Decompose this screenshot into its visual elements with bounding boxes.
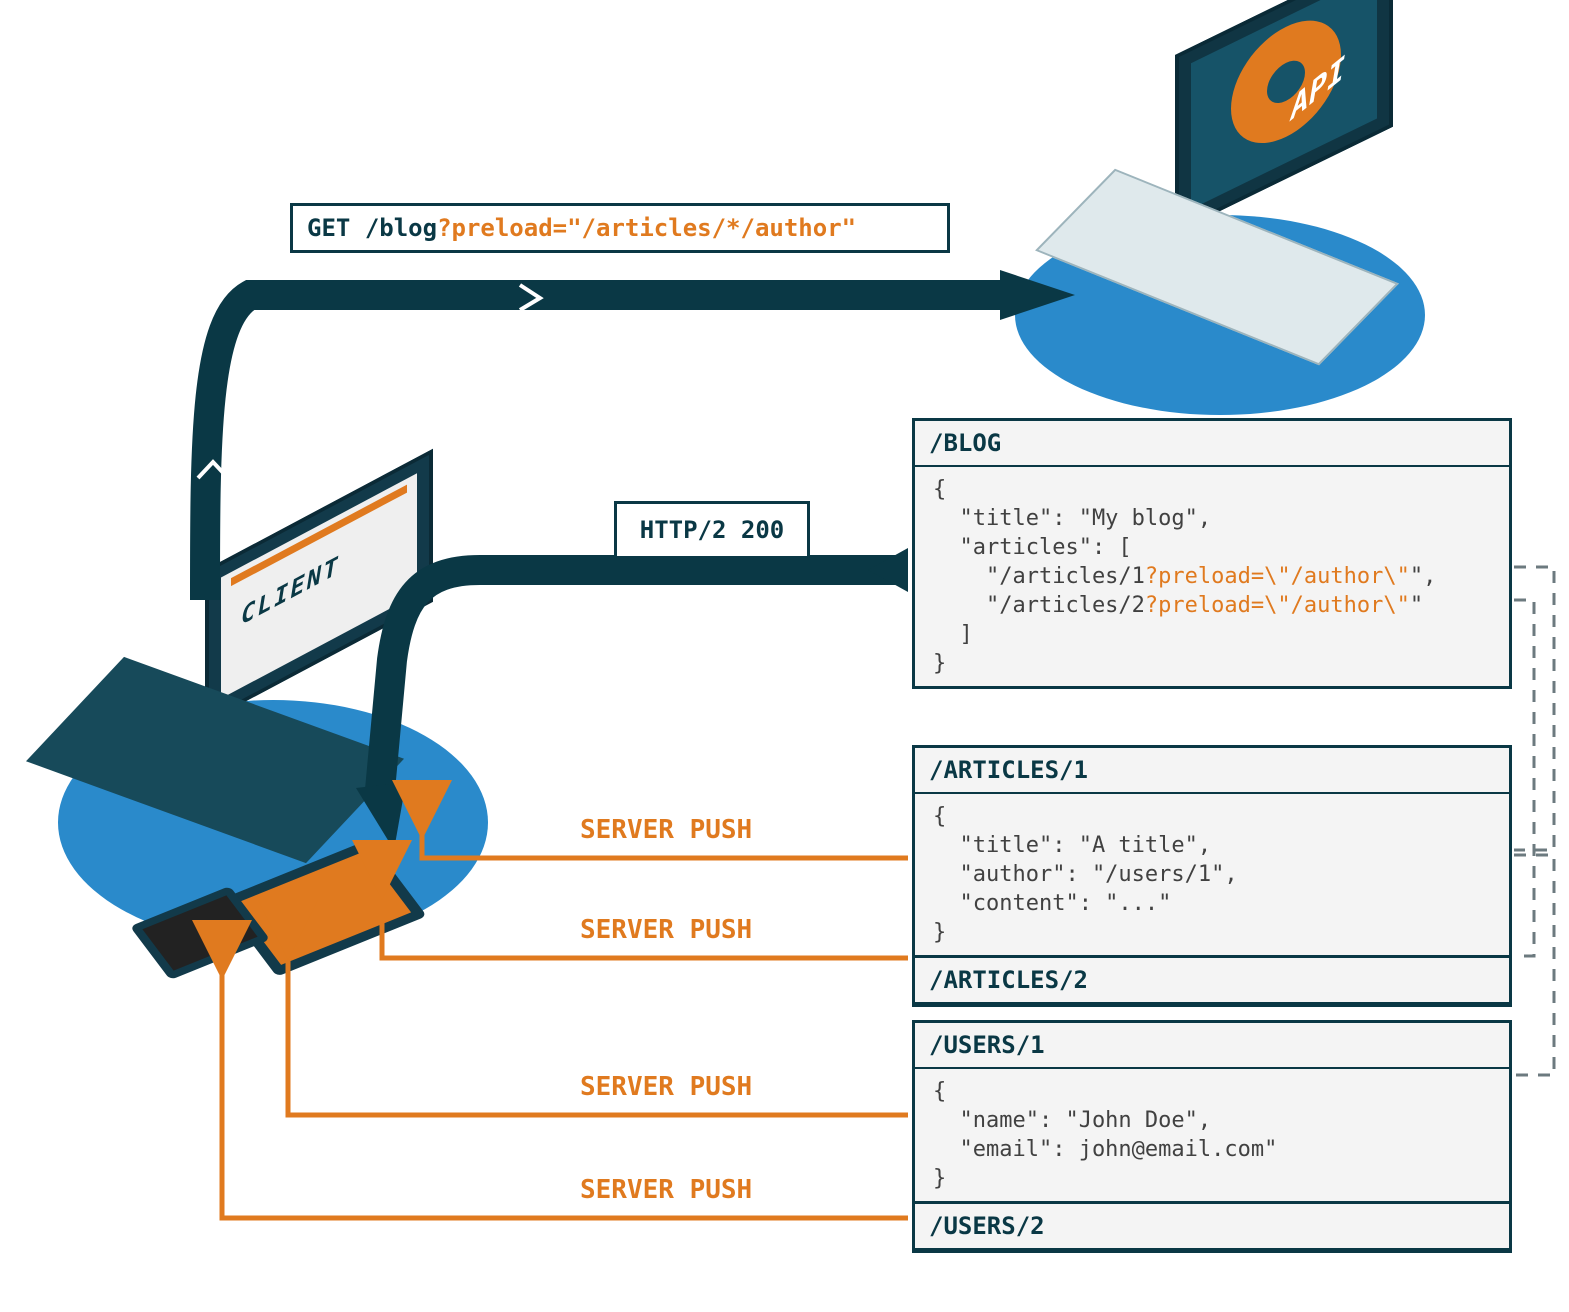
response-blog-body: { "title": "My blog", "articles": [ "/ar…	[915, 467, 1509, 686]
response-user1-body: { "name": "John Doe", "email": john@emai…	[915, 1069, 1509, 1201]
http-status-box: HTTP/2 200	[614, 501, 810, 559]
response-arrow-tail	[868, 548, 908, 592]
api-server-illustration: API	[1095, 55, 1395, 315]
response-articles-panel: /ARTICLES/1 { "title": "A title", "autho…	[912, 745, 1512, 1007]
diagram-stage: API CLIENT GET /blog ?pre	[0, 0, 1569, 1312]
server-push-label-2: SERVER PUSH	[580, 915, 752, 945]
response-article1-body: { "title": "A title", "author": "/users/…	[915, 794, 1509, 955]
response-blog-panel: /BLOG { "title": "My blog", "articles": …	[912, 418, 1512, 689]
client-laptop-illustration: CLIENT	[75, 570, 435, 830]
server-push-label-3: SERVER PUSH	[580, 1072, 752, 1102]
laptop-screen: CLIENT	[205, 449, 433, 723]
api-monitor: API	[1175, 0, 1393, 233]
response-arrow-path	[380, 570, 908, 790]
response-article2-title: /ARTICLES/2	[915, 955, 1509, 1004]
request-box: GET /blog ?preload="/articles/*/author"	[290, 203, 950, 253]
client-label: CLIENT	[239, 549, 343, 632]
dash-blog-to-articles2	[1514, 600, 1534, 956]
response-user2-title: /USERS/2	[915, 1201, 1509, 1250]
push-arrow-4	[222, 965, 908, 1218]
response-blog-title: /BLOG	[915, 421, 1509, 467]
response-user1-title: /USERS/1	[915, 1023, 1509, 1069]
request-path: /blog	[365, 214, 437, 242]
response-users-panel: /USERS/1 { "name": "John Doe", "email": …	[912, 1020, 1512, 1253]
server-push-label-1: SERVER PUSH	[580, 815, 752, 845]
response-article1-title: /ARTICLES/1	[915, 748, 1509, 794]
server-push-label-4: SERVER PUSH	[580, 1175, 752, 1205]
request-method: GET	[307, 214, 350, 242]
request-query: ?preload="/articles/*/author"	[437, 214, 856, 242]
api-monitor-inner: API	[1191, 0, 1377, 209]
dash-article-to-user	[1514, 855, 1554, 1075]
dash-blog-to-articles	[1514, 567, 1554, 850]
